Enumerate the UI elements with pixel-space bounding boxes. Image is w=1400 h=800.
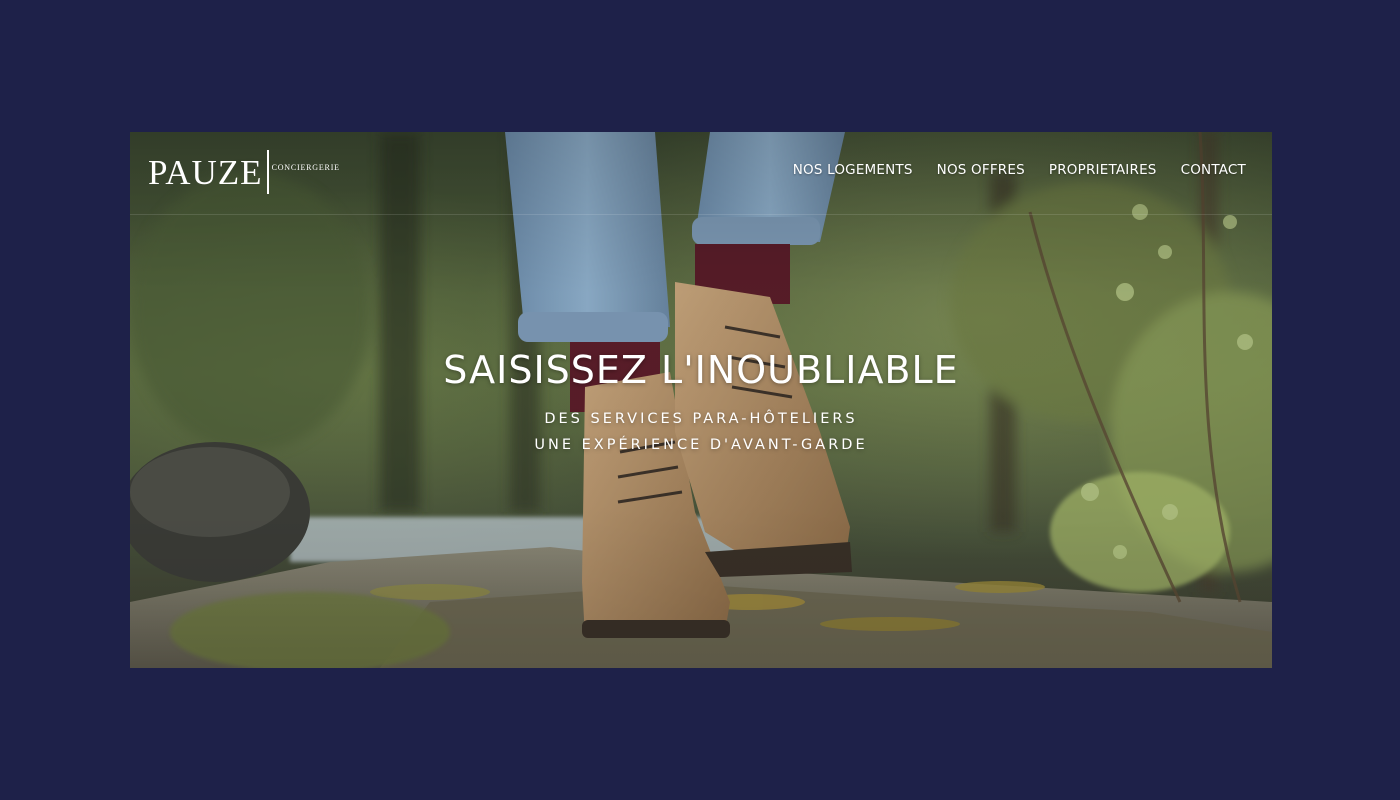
nav-item-proprietaires[interactable]: PROPRIETAIRES xyxy=(1049,162,1157,178)
hero-content: SAISISSEZ L'INOUBLIABLE DES SERVICES PAR… xyxy=(130,348,1272,458)
nav-item-nos-offres[interactable]: NOS OFFRES xyxy=(937,162,1025,178)
hero-title: SAISISSEZ L'INOUBLIABLE xyxy=(443,348,959,392)
hero-frame: PAUZE CONCIERGERIE NOS LOGEMENTS NOS OFF… xyxy=(130,132,1272,668)
hero-subtitle-line-2: UNE EXPÉRIENCE D'AVANT-GARDE xyxy=(534,436,868,453)
hero-subtitle: DES SERVICES PARA-HÔTELIERS UNE EXPÉRIEN… xyxy=(130,406,1272,458)
logo-divider xyxy=(266,150,269,194)
brand-logo[interactable]: PAUZE CONCIERGERIE xyxy=(148,150,340,194)
nav-item-contact[interactable]: CONTACT xyxy=(1181,162,1246,178)
main-nav: NOS LOGEMENTS NOS OFFRES PROPRIETAIRES C… xyxy=(793,162,1246,178)
hero-subtitle-line-1: DES SERVICES PARA-HÔTELIERS xyxy=(544,410,858,427)
site-header: PAUZE CONCIERGERIE NOS LOGEMENTS NOS OFF… xyxy=(130,132,1272,215)
brand-tagline: CONCIERGERIE xyxy=(271,162,340,172)
brand-name: PAUZE xyxy=(148,152,263,192)
nav-item-nos-logements[interactable]: NOS LOGEMENTS xyxy=(793,162,913,178)
